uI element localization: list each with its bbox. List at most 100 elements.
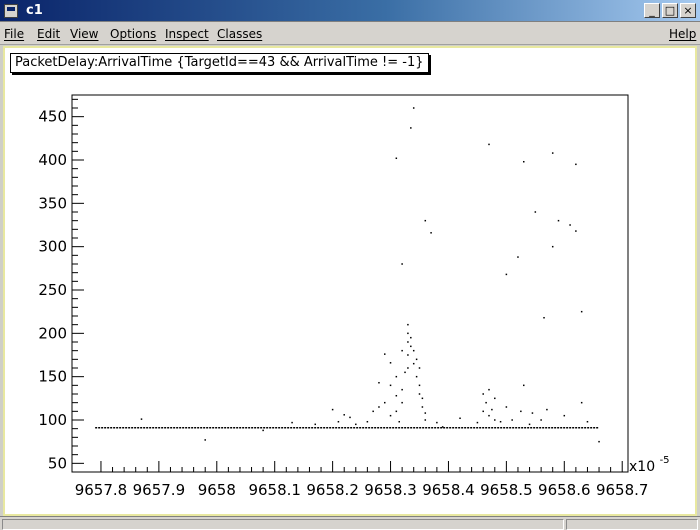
x-tick-label: 9658.5 (480, 481, 533, 499)
data-point (421, 406, 424, 408)
data-point (546, 408, 548, 411)
data-point (421, 397, 424, 400)
data-point (407, 332, 409, 335)
data-point (459, 417, 461, 420)
scatter-plot: 9657.8 9657.9 9658 9658.1 9658.2 9658.3 9658.4… (38, 94, 670, 499)
data-point (430, 232, 432, 234)
plot-frame (71, 94, 629, 473)
y-tick-label: 50 (48, 454, 67, 472)
y-axis: 50 100 150 200 250 300 350 400 450 (38, 98, 84, 472)
data-point (575, 163, 577, 166)
data-point (412, 349, 415, 352)
data-point (476, 421, 479, 424)
y-tick-label: 250 (38, 281, 67, 299)
data-point (355, 423, 357, 426)
data-point (575, 230, 577, 232)
data-point (511, 419, 513, 421)
data-point (401, 401, 403, 404)
status-cell-info (566, 519, 698, 530)
data-point (389, 362, 392, 364)
y-tick-label: 100 (38, 411, 67, 429)
data-point (580, 310, 583, 313)
x-tick-label: 9658.1 (248, 481, 301, 499)
data-point (204, 439, 206, 441)
data-point (523, 384, 525, 387)
data-point (517, 256, 519, 258)
data-point (401, 263, 403, 265)
data-point (523, 160, 525, 163)
scatter-points (140, 107, 600, 443)
data-point (343, 414, 345, 416)
data-point (378, 406, 380, 408)
x-axis: 9657.8 9657.9 9658 9658.1 9658.2 9658.3 9658.4… (75, 461, 649, 499)
data-point (551, 245, 554, 248)
data-point (551, 152, 554, 154)
data-point (389, 384, 392, 387)
data-point (485, 401, 487, 404)
y-tick-label: 450 (38, 108, 67, 126)
data-point (372, 410, 374, 413)
x-tick-label: 9657.9 (133, 481, 186, 499)
y-tick-label: 200 (38, 324, 67, 342)
plot-title[interactable]: PacketDelay:ArrivalTime {TargetId==43 &&… (10, 53, 429, 73)
x-tick-label: 9658 (198, 481, 236, 499)
data-point (520, 410, 522, 413)
data-point (331, 408, 334, 411)
data-point (395, 410, 398, 413)
data-point (412, 107, 415, 109)
data-point (262, 429, 264, 432)
data-point (586, 420, 589, 423)
data-point (291, 421, 293, 424)
data-point (407, 323, 409, 326)
x-exponent-base: x10 (629, 459, 655, 475)
data-point (534, 211, 537, 213)
data-point (401, 388, 403, 391)
data-point (424, 219, 427, 222)
data-point (415, 375, 418, 378)
data-point (395, 157, 398, 160)
x-tick-label: 9658.6 (538, 481, 591, 499)
data-point (488, 388, 490, 391)
data-point (557, 219, 560, 222)
data-point (488, 143, 490, 146)
x-tick-label: 9658.2 (306, 481, 359, 499)
data-point (424, 419, 427, 421)
data-point (395, 394, 398, 397)
y-tick-label: 150 (38, 368, 67, 386)
data-point (412, 362, 415, 365)
data-point (580, 401, 583, 404)
data-point (499, 420, 502, 423)
data-point (314, 423, 316, 426)
status-bar (0, 516, 700, 530)
data-point (410, 336, 412, 339)
data-point (482, 410, 484, 413)
data-point (366, 420, 369, 423)
data-point (418, 393, 421, 395)
data-point (540, 419, 542, 421)
data-point (505, 406, 508, 408)
data-point (418, 367, 421, 369)
data-point (494, 397, 496, 400)
y-tick-label: 300 (38, 238, 67, 256)
y-tick-label: 400 (38, 151, 67, 169)
data-point (401, 349, 403, 352)
data-point (407, 341, 409, 343)
data-point (424, 412, 427, 414)
data-point (415, 358, 418, 361)
data-point (436, 421, 438, 424)
data-point (389, 414, 392, 417)
data-point (140, 418, 143, 420)
data-point (395, 375, 398, 378)
data-point (531, 412, 534, 414)
data-point (410, 127, 412, 129)
data-point (491, 408, 493, 411)
status-cell-main (2, 519, 564, 530)
data-point (384, 353, 386, 355)
data-point (505, 273, 508, 276)
x-tick-label: 9658.7 (596, 481, 649, 499)
x-exponent-power: -5 (660, 455, 670, 466)
data-point (384, 401, 386, 404)
x-tick-label: 9657.8 (75, 481, 128, 499)
data-point (410, 345, 412, 348)
x-exponent-label: x10 -5 (629, 455, 670, 475)
